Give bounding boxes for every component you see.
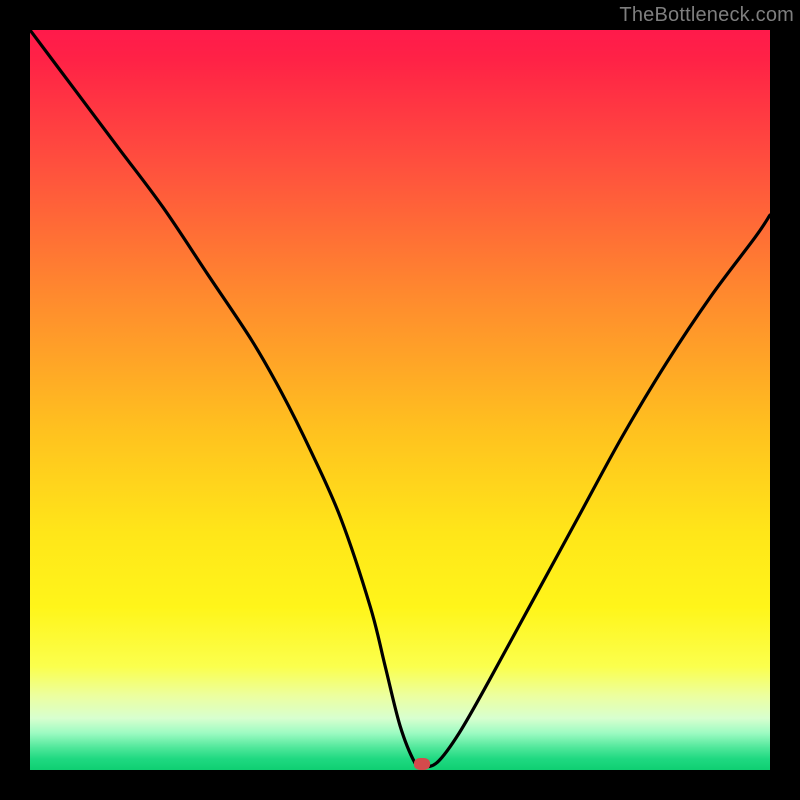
plot-area (30, 30, 770, 770)
optimum-marker (414, 758, 430, 770)
bottleneck-curve (30, 30, 770, 770)
chart-frame: TheBottleneck.com (0, 0, 800, 800)
watermark-text: TheBottleneck.com (619, 4, 794, 27)
